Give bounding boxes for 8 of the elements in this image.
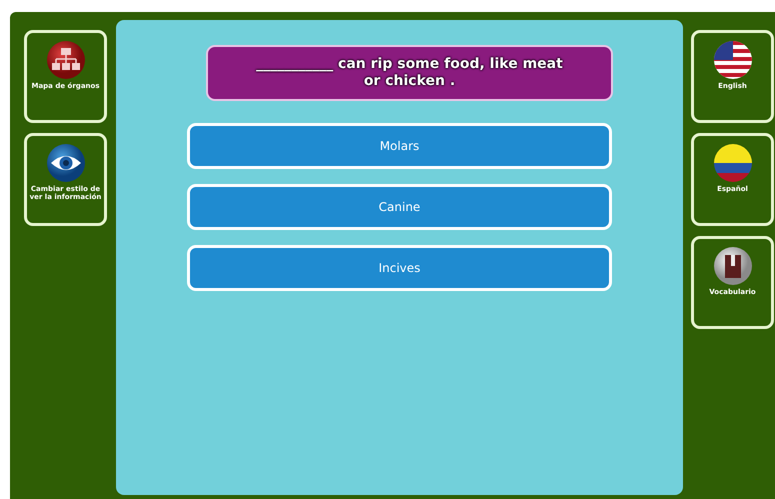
question-text: ___________ can rip some food, like meat or chicken . bbox=[206, 45, 613, 101]
answer-button[interactable]: Incives bbox=[187, 245, 612, 291]
answer-button[interactable]: Molars bbox=[187, 123, 612, 169]
eye-icon bbox=[46, 143, 86, 183]
book-icon bbox=[712, 246, 752, 286]
answer-button[interactable]: Canine bbox=[187, 184, 612, 230]
org-chart-icon bbox=[46, 40, 86, 80]
flag-icon bbox=[712, 143, 752, 183]
